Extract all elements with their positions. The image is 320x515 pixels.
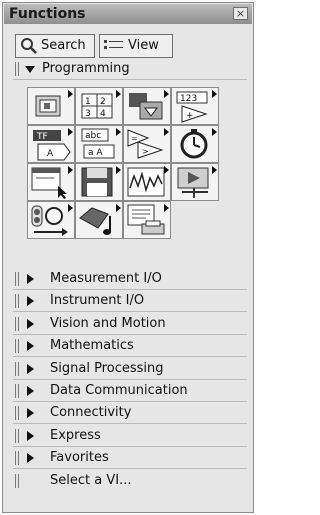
grip-handle[interactable] <box>15 429 19 443</box>
svg-text:>: > <box>142 147 149 156</box>
expand-arrow-icon[interactable] <box>27 341 34 351</box>
grip-handle[interactable] <box>15 339 19 353</box>
grip-handle[interactable] <box>15 451 19 465</box>
section-label: Favorites <box>50 450 109 465</box>
svg-text:1: 1 <box>85 97 91 107</box>
svg-text:4: 4 <box>100 109 106 119</box>
numeric-123-text: 123 <box>180 94 197 104</box>
file-io-palette-icon[interactable] <box>75 163 123 201</box>
graphics-sound-palette-icon[interactable] <box>75 201 123 239</box>
section-data-communication[interactable]: Data Communication <box>13 381 247 402</box>
svg-text:TF: TF <box>36 132 48 142</box>
view-list-icon <box>104 40 123 49</box>
section-connectivity[interactable]: Connectivity <box>13 403 247 424</box>
section-label: Data Communication <box>50 383 188 398</box>
numeric-palette-icon[interactable]: 123 + <box>171 87 219 125</box>
section-favorites[interactable]: Favorites <box>13 448 247 469</box>
search-button[interactable]: Search <box>15 34 95 58</box>
cluster-palette-icon[interactable] <box>123 87 171 125</box>
grip-handle[interactable] <box>15 62 19 76</box>
collapse-arrow-icon[interactable] <box>25 66 35 73</box>
close-button[interactable]: × <box>233 7 248 20</box>
waveform-palette-icon[interactable] <box>123 163 171 201</box>
grip-handle[interactable] <box>15 272 19 286</box>
array-palette-icon[interactable]: 1 2 3 4 <box>75 87 123 125</box>
svg-text:+: + <box>186 111 194 121</box>
synchronization-palette-icon[interactable] <box>27 201 75 239</box>
programming-icon-grid: 1 2 3 4 123 + TF A abc a A = > <box>27 87 243 263</box>
section-programming[interactable]: Programming <box>13 59 247 80</box>
comparison-palette-icon[interactable]: = > <box>123 125 171 163</box>
svg-text:2: 2 <box>100 97 106 107</box>
select-vi-item[interactable]: Select a VI... <box>13 471 247 492</box>
expand-arrow-icon[interactable] <box>27 408 34 418</box>
functions-palette: Functions × Search View Programming 1 2 … <box>2 2 254 513</box>
section-instrument-i-o[interactable]: Instrument I/O <box>13 291 247 312</box>
section-signal-processing[interactable]: Signal Processing <box>13 359 247 380</box>
svg-text:A: A <box>47 149 54 159</box>
expand-arrow-icon[interactable] <box>27 319 34 329</box>
view-label: View <box>128 38 159 53</box>
string-palette-icon[interactable]: abc a A <box>75 125 123 163</box>
view-button[interactable]: View <box>99 34 173 58</box>
window-title: Functions <box>9 6 86 22</box>
section-label: Vision and Motion <box>50 316 166 331</box>
section-express[interactable]: Express <box>13 426 247 447</box>
grip-handle[interactable] <box>15 362 19 376</box>
section-label: Mathematics <box>50 338 134 353</box>
section-label: Programming <box>42 61 130 76</box>
expand-arrow-icon[interactable] <box>27 364 34 374</box>
grip-handle[interactable] <box>15 474 19 488</box>
title-bar[interactable]: Functions × <box>4 4 252 24</box>
grip-handle[interactable] <box>15 294 19 308</box>
select-vi-label: Select a VI... <box>50 473 132 488</box>
timing-palette-icon[interactable] <box>171 125 219 163</box>
expand-arrow-icon[interactable] <box>27 453 34 463</box>
grip-handle[interactable] <box>15 317 19 331</box>
grip-handle[interactable] <box>15 406 19 420</box>
section-measurement-i-o[interactable]: Measurement I/O <box>13 269 247 290</box>
expand-arrow-icon[interactable] <box>27 296 34 306</box>
expand-arrow-icon[interactable] <box>27 386 34 396</box>
report-generation-palette-icon[interactable] <box>123 201 171 239</box>
boolean-palette-icon[interactable]: TF A <box>27 125 75 163</box>
section-label: Connectivity <box>50 405 132 420</box>
svg-text:abc: abc <box>85 131 101 141</box>
svg-text:a A: a A <box>88 148 103 158</box>
section-mathematics[interactable]: Mathematics <box>13 336 247 357</box>
svg-text:=: = <box>131 134 138 143</box>
expand-arrow-icon[interactable] <box>27 274 34 284</box>
svg-text:3: 3 <box>85 109 91 119</box>
section-vision-and-motion[interactable]: Vision and Motion <box>13 314 247 335</box>
search-label: Search <box>41 38 86 53</box>
section-label: Instrument I/O <box>50 293 145 308</box>
app-control-palette-icon[interactable] <box>171 163 219 201</box>
grip-handle[interactable] <box>15 384 19 398</box>
section-label: Signal Processing <box>50 361 164 376</box>
section-label: Express <box>50 428 101 443</box>
section-label: Measurement I/O <box>50 271 162 286</box>
structures-palette-icon[interactable] <box>27 87 75 125</box>
dialog-ui-palette-icon[interactable] <box>27 163 75 201</box>
expand-arrow-icon[interactable] <box>27 431 34 441</box>
search-icon <box>21 38 37 54</box>
